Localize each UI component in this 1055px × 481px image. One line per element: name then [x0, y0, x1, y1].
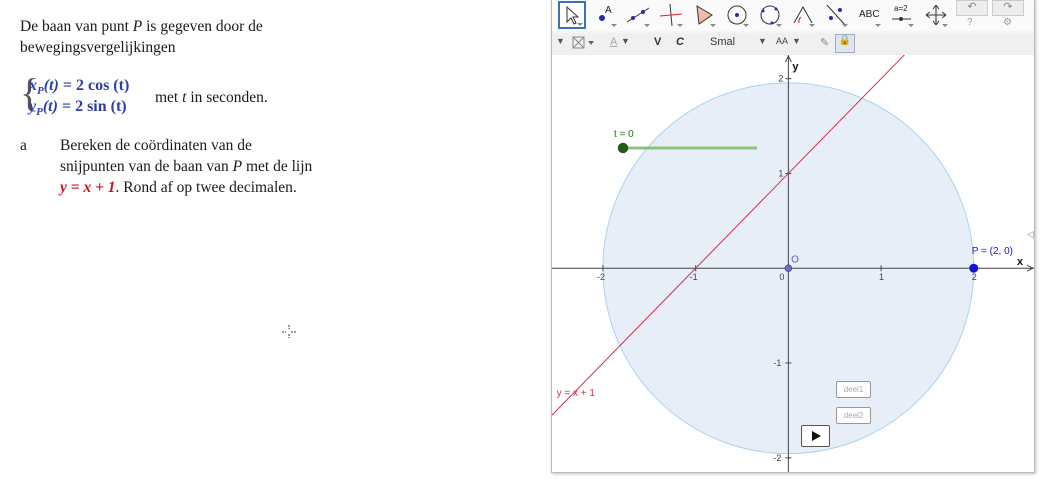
help-icon[interactable]: ? [967, 17, 973, 28]
y-tick-label: -2 [773, 453, 781, 463]
bold-button[interactable]: V [654, 36, 661, 48]
line-label: y = x + 1 [557, 388, 596, 399]
x-tick-label: 0 [779, 272, 784, 282]
pin-icon[interactable]: ✎ [820, 36, 829, 49]
italic-button[interactable]: C [676, 36, 684, 48]
gear-icon[interactable]: ⚙ [1003, 17, 1012, 28]
slider-tool-button[interactable]: a=2 [888, 1, 916, 29]
point-tool-button[interactable]: A [591, 1, 619, 29]
stylebar-toggle-icon[interactable]: ▼ [556, 36, 565, 46]
graph-svg[interactable]: xy-2 -1 0 1 221-1-2y = x + 1OP = (2, 0)t = 0 [552, 55, 1034, 472]
question-line-1: Bereken de coördinaten van de [60, 137, 252, 154]
text-size-select[interactable]: Smal [710, 36, 735, 48]
x-tick-label: 1 [879, 272, 884, 282]
question-a: Bereken de coördinaten van de snijpunten… [60, 135, 380, 198]
text-tool-button[interactable]: ABC [855, 1, 883, 29]
line-tool-button[interactable] [624, 1, 652, 29]
play-icon [811, 431, 821, 441]
text-color-button[interactable]: A [610, 36, 617, 48]
move-graphics-tool-button[interactable] [922, 1, 950, 29]
deel1-button[interactable]: deel1 [836, 381, 871, 398]
perpendicular-tool-button[interactable] [657, 1, 685, 29]
question-line-2: snijpunten van de baan van P met de lijn [60, 158, 313, 175]
crosshair-cursor-icon [282, 325, 296, 338]
text-color-dropdown-icon: ▼ [621, 36, 630, 46]
x-tick-label: -2 [597, 272, 605, 282]
circle-tool-button[interactable] [723, 1, 751, 29]
y-tick-label: -1 [773, 358, 781, 368]
point-p-label: P = (2, 0) [972, 246, 1013, 257]
point-p[interactable] [969, 263, 979, 273]
text-size-dropdown-icon: ▼ [758, 36, 767, 46]
undo-button[interactable]: ↶ [956, 0, 988, 16]
undo-icon: ↶ [967, 1, 977, 13]
y-tick-label: 2 [778, 74, 783, 84]
origin-label: O [791, 255, 799, 266]
reflect-tool-button[interactable] [822, 1, 850, 29]
panel-collapse-icon[interactable]: ◁ [1027, 229, 1034, 240]
intro-line-1: De baan van punt P is gegeven door de [20, 18, 263, 35]
text-tool-label: ABC [859, 9, 880, 20]
geogebra-toolbar: A ABC a=2 ↶ ↷ ? ⚙ [552, 0, 1034, 31]
equation-y: yP(t) = 2 sin (t) [29, 98, 127, 119]
redo-button[interactable]: ↷ [992, 0, 1024, 16]
play-button[interactable] [801, 425, 830, 447]
origin-point[interactable] [784, 264, 793, 272]
label-style-button[interactable]: AA [776, 36, 788, 46]
deel2-button[interactable]: deel2 [836, 407, 871, 424]
label-style-dropdown-icon: ▼ [792, 36, 801, 46]
lock-icon[interactable]: 🔒 [835, 34, 855, 53]
slider-tool-label: a=2 [894, 4, 908, 13]
line-equation: y = x + 1 [60, 179, 116, 196]
background-color-button[interactable] [572, 35, 598, 54]
y-axis-label: y [792, 61, 799, 73]
x-axis-label: x [1017, 256, 1024, 268]
intro-line-2: bewegingsvergelijkingen [20, 39, 176, 56]
equation-note: met t in seconden. [155, 89, 268, 106]
conic-tool-button[interactable] [756, 1, 784, 29]
question-line-3: y = x + 1. Rond af op twee decimalen. [60, 177, 380, 198]
graphics-view[interactable]: x y -2 -1 0 1 2 2 1 -1 -2 y = x + 1OP = (2, 0) t = 0… [552, 55, 1034, 472]
question-line-3-rest: . Rond af op twee decimalen. [115, 179, 297, 196]
slider-handle[interactable] [617, 142, 629, 154]
angle-tool-button[interactable] [789, 1, 817, 29]
question-label: a [20, 137, 27, 154]
geogebra-applet: A ABC a=2 ↶ ↷ ? ⚙ ▼ A ▼ V C Smal ▼ AA ▼ … [551, 0, 1035, 473]
polygon-tool-button[interactable] [690, 1, 718, 29]
move-tool-button[interactable] [558, 1, 586, 29]
geogebra-stylebar: ▼ A ▼ V C Smal ▼ AA ▼ ✎ 🔒 [552, 33, 1034, 56]
slider-label: t = 0 [614, 129, 634, 140]
redo-icon: ↷ [1003, 1, 1013, 13]
y-tick-label: 1 [778, 168, 783, 178]
box-x-icon [572, 36, 594, 49]
exercise-text: De baan van punt P is gegeven door de be… [20, 16, 540, 196]
x-tick-label: 2 [972, 272, 977, 282]
svg-text:A: A [605, 5, 612, 16]
